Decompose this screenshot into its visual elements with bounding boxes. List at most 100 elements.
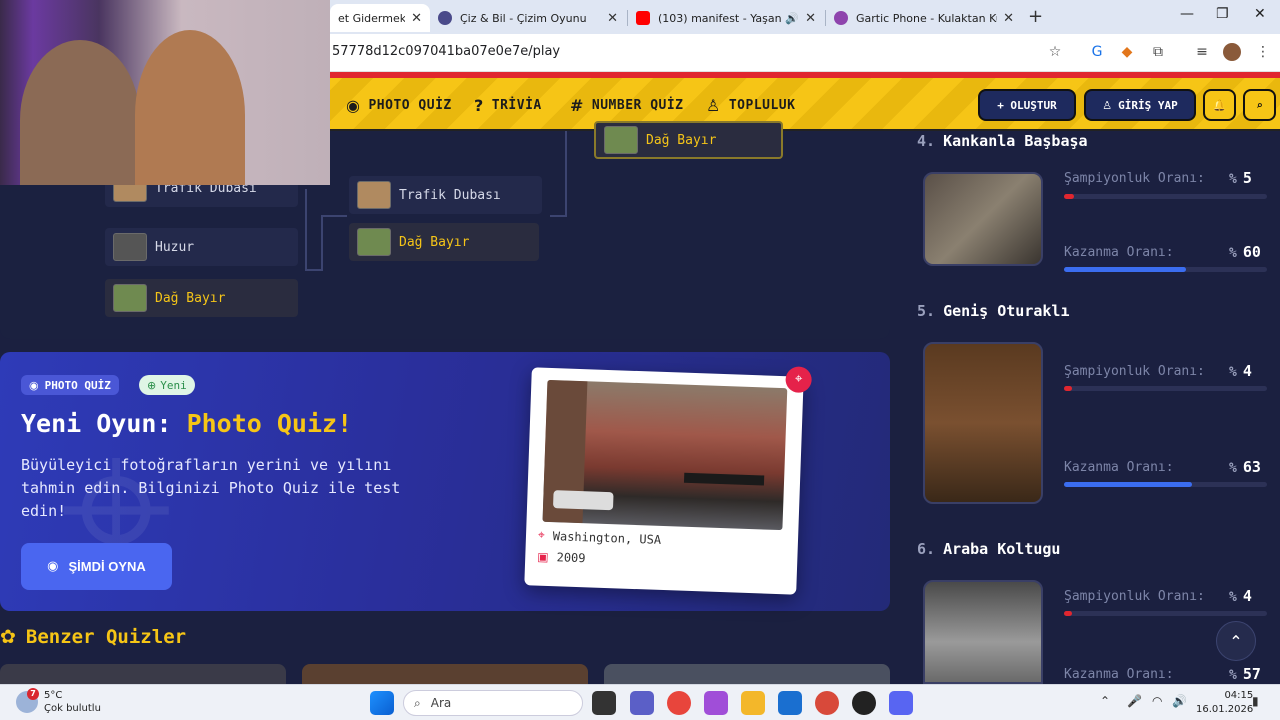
taskbar-search[interactable]: ⌕ Ara — [403, 690, 583, 716]
url-field[interactable]: 57778d12c097041ba07e0e7e/play — [332, 44, 560, 59]
webcam-overlay — [0, 0, 330, 185]
champion-rate-bar — [1064, 386, 1267, 391]
close-window-button[interactable]: ✕ — [1254, 6, 1266, 22]
similar-quiz-card[interactable] — [604, 664, 890, 684]
champion-rate-bar — [1064, 194, 1267, 199]
scroll-to-top-button[interactable]: ⌃ — [1216, 621, 1256, 661]
youtube-icon — [636, 11, 650, 25]
new-tab-button[interactable]: + — [1028, 6, 1043, 27]
user-icon: ♙ — [1102, 98, 1113, 112]
bookmark-star-icon[interactable]: ☆ — [1046, 43, 1064, 61]
percent-sign: % — [1229, 668, 1237, 683]
chevron-up-icon[interactable]: ⌃ — [1100, 694, 1110, 708]
login-button[interactable]: ♙ GİRİŞ YAP — [1084, 89, 1196, 121]
wifi-icon[interactable]: ◠ — [1152, 694, 1162, 708]
close-tab-icon[interactable]: ✕ — [607, 11, 618, 26]
nav-label: PHOTO QUİZ — [368, 98, 452, 113]
search-icon[interactable]: ⌕ — [1243, 89, 1276, 121]
nav-community[interactable]: ♙ TOPLULUK — [706, 96, 795, 115]
extension-icon[interactable]: ◆ — [1118, 43, 1136, 61]
search-icon: ⌕ — [414, 695, 421, 710]
ranking-item-title[interactable]: 5. Geniş Oturaklı — [917, 302, 1070, 320]
slot-label: Trafik Dubası — [399, 187, 501, 203]
nav-trivia[interactable]: ? TRİVİA — [474, 96, 542, 115]
maximize-button[interactable]: ❐ — [1216, 6, 1229, 22]
teams-icon[interactable] — [630, 691, 654, 715]
chrome-active-icon[interactable] — [815, 691, 839, 715]
browser-tab[interactable]: Gartic Phone - Kulaktan Kulağa ✕ — [826, 4, 1022, 32]
bracket-slot-winner[interactable]: Dağ Bayır — [105, 279, 298, 317]
slot-label: Huzur — [155, 239, 195, 255]
play-now-button[interactable]: ◉ ŞİMDİ OYNA — [21, 543, 172, 590]
ranking-item-title[interactable]: 4. Kankanla Başbaşa — [917, 132, 1088, 150]
percent-sign: % — [1229, 365, 1237, 380]
bracket-slot-winner[interactable]: Dağ Bayır — [349, 223, 539, 261]
value: 4 — [1242, 587, 1252, 605]
year-text: 2009 — [556, 550, 586, 566]
champion-rate-value: % 5 — [1229, 169, 1252, 187]
tab-title: (103) manifest - Yaşanacaks — [658, 11, 782, 25]
champion-rate-value: % 4 — [1229, 587, 1252, 605]
bracket-slot[interactable]: Trafik Dubası — [349, 176, 542, 214]
minimize-button[interactable]: — — [1180, 6, 1194, 22]
ranking-image[interactable] — [923, 342, 1043, 504]
discord-icon[interactable] — [889, 691, 913, 715]
profile-avatar[interactable] — [1223, 43, 1241, 61]
file-explorer-icon[interactable] — [741, 691, 765, 715]
task-view-icon[interactable] — [592, 691, 616, 715]
camera-icon: ◉ — [29, 378, 39, 392]
promo-description: Büyüleyici fotoğrafların yerini ve yılın… — [21, 456, 401, 520]
clock[interactable]: 04:15 16.01.2026 — [1196, 689, 1253, 717]
nav-number-quiz[interactable]: # NUMBER QUİZ — [570, 96, 684, 115]
browser-tab[interactable]: et Gidermek Sa ✕ — [330, 4, 430, 32]
chrome-icon[interactable] — [667, 691, 691, 715]
champion-rate-bar — [1064, 611, 1267, 616]
similar-quiz-card[interactable] — [0, 664, 286, 684]
bracket-slot[interactable]: Huzur — [105, 228, 298, 266]
create-button[interactable]: + OLUŞTUR — [978, 89, 1076, 121]
ranking-image[interactable] — [923, 172, 1043, 266]
champion-rate-label: Şampiyonluk Oranı: — [1064, 589, 1205, 604]
nav-label: TOPLULUK — [728, 98, 796, 113]
slot-thumbnail — [357, 228, 391, 256]
percent-sign: % — [1229, 590, 1237, 605]
slot-thumbnail — [113, 284, 147, 312]
media-icon[interactable]: ≡ — [1193, 43, 1211, 61]
close-tab-icon[interactable]: ✕ — [411, 11, 422, 26]
ranking-image[interactable] — [923, 580, 1043, 684]
microphone-icon[interactable]: 🎤 — [1127, 694, 1142, 708]
copilot-icon[interactable] — [704, 691, 728, 715]
browser-tab[interactable]: Çiz & Bil - Çizim Oyunu ✕ — [430, 4, 626, 32]
close-tab-icon[interactable]: ✕ — [805, 11, 816, 26]
notifications-bell-icon[interactable]: 🔔 — [1203, 89, 1236, 121]
win-rate-value: % 60 — [1229, 243, 1261, 261]
ranking-item-title[interactable]: 6. Araba Koltugu — [917, 540, 1060, 558]
promo-title-prefix: Yeni Oyun: — [21, 409, 187, 438]
bracket-line — [321, 215, 323, 271]
browser-tab[interactable]: (103) manifest - Yaşanacaks 🔊 ✕ — [628, 4, 824, 32]
notification-icon[interactable]: ▮ — [1252, 694, 1259, 708]
store-icon[interactable] — [778, 691, 802, 715]
similar-quiz-card[interactable] — [302, 664, 588, 684]
speaker-icon[interactable]: 🔊 — [785, 12, 799, 25]
start-button[interactable] — [370, 691, 394, 715]
nav-photo-quiz[interactable]: ◉ PHOTO QUİZ — [346, 96, 452, 115]
champion-rate-label: Şampiyonluk Oranı: — [1064, 171, 1205, 186]
bracket-slot-winner[interactable]: Dağ Bayır — [594, 121, 783, 159]
photo-card[interactable]: ⌖ ⌖ Washington, USA ▣ 2009 — [524, 366, 813, 595]
win-rate-bar — [1064, 267, 1267, 272]
bracket-line — [565, 131, 567, 217]
streamer-silhouette — [20, 40, 140, 185]
weather-widget[interactable]: 7 5°C Çok bulutlu — [16, 688, 101, 715]
windows-taskbar: 7 5°C Çok bulutlu ⌕ Ara ⌃ 🎤 ◠ 🔊 04:15 16… — [0, 684, 1280, 720]
translate-icon[interactable]: G — [1088, 43, 1106, 61]
win-rate-bar — [1064, 482, 1267, 487]
tab-title: Gartic Phone - Kulaktan Kulağa — [856, 11, 997, 25]
app-icon[interactable] — [852, 691, 876, 715]
puzzle-icon[interactable]: ⧉ — [1149, 43, 1167, 61]
close-tab-icon[interactable]: ✕ — [1003, 11, 1014, 26]
users-icon: ♙ — [706, 96, 721, 115]
menu-icon[interactable]: ⋮ — [1254, 43, 1272, 61]
volume-icon[interactable]: 🔊 — [1172, 694, 1187, 708]
slot-label: Dağ Bayır — [399, 234, 470, 250]
